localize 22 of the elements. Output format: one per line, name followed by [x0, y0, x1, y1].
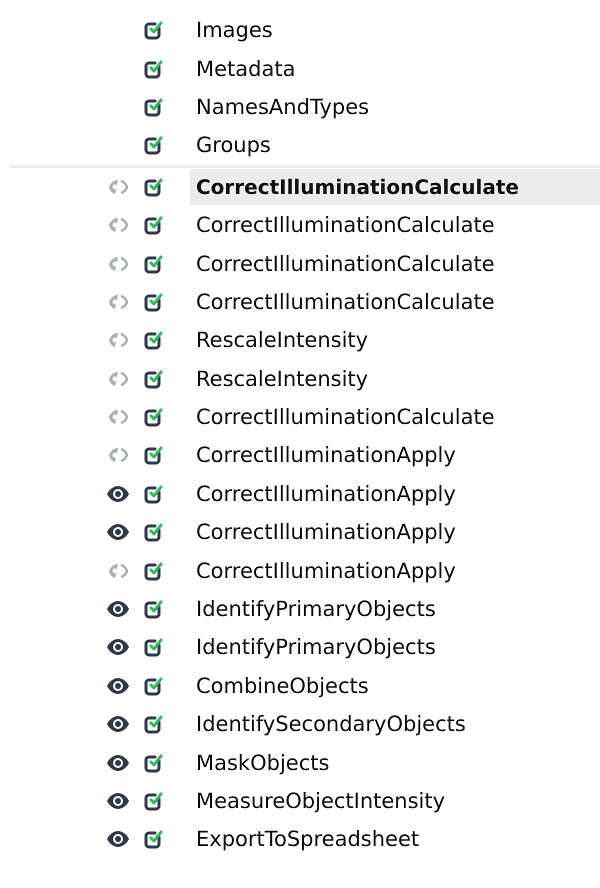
- module-name[interactable]: IdentifyPrimaryObjects: [190, 593, 442, 626]
- module-name[interactable]: Images: [190, 14, 279, 46]
- module-name[interactable]: RescaleIntensity: [190, 324, 374, 356]
- module-name[interactable]: CorrectIlluminationCalculate: [190, 168, 600, 205]
- module-name[interactable]: CombineObjects: [190, 670, 375, 702]
- module-name[interactable]: MaskObjects: [190, 746, 336, 779]
- module-name[interactable]: CorrectIlluminationCalculate: [190, 209, 501, 242]
- module-name[interactable]: CorrectIlluminationCalculate: [190, 401, 501, 434]
- module-name[interactable]: CorrectIlluminationApply: [190, 516, 462, 548]
- module-name[interactable]: RescaleIntensity: [190, 362, 374, 395]
- module-name[interactable]: MeasureObjectIntensity: [190, 785, 452, 817]
- module-name[interactable]: CorrectIlluminationApply: [190, 554, 462, 587]
- module-name[interactable]: CorrectIlluminationCalculate: [190, 248, 501, 280]
- module-name[interactable]: CorrectIlluminationCalculate: [190, 286, 501, 318]
- module-name[interactable]: IdentifyPrimaryObjects: [190, 631, 442, 664]
- module-name[interactable]: ExportToSpreadsheet: [190, 823, 426, 856]
- module-name[interactable]: IdentifySecondaryObjects: [190, 708, 472, 740]
- module-name[interactable]: Metadata: [190, 52, 302, 85]
- module-name[interactable]: Groups: [190, 129, 277, 162]
- module-name[interactable]: CorrectIlluminationApply: [190, 439, 462, 472]
- module-name[interactable]: NamesAndTypes: [190, 90, 376, 123]
- module-name[interactable]: CorrectIlluminationApply: [190, 478, 462, 510]
